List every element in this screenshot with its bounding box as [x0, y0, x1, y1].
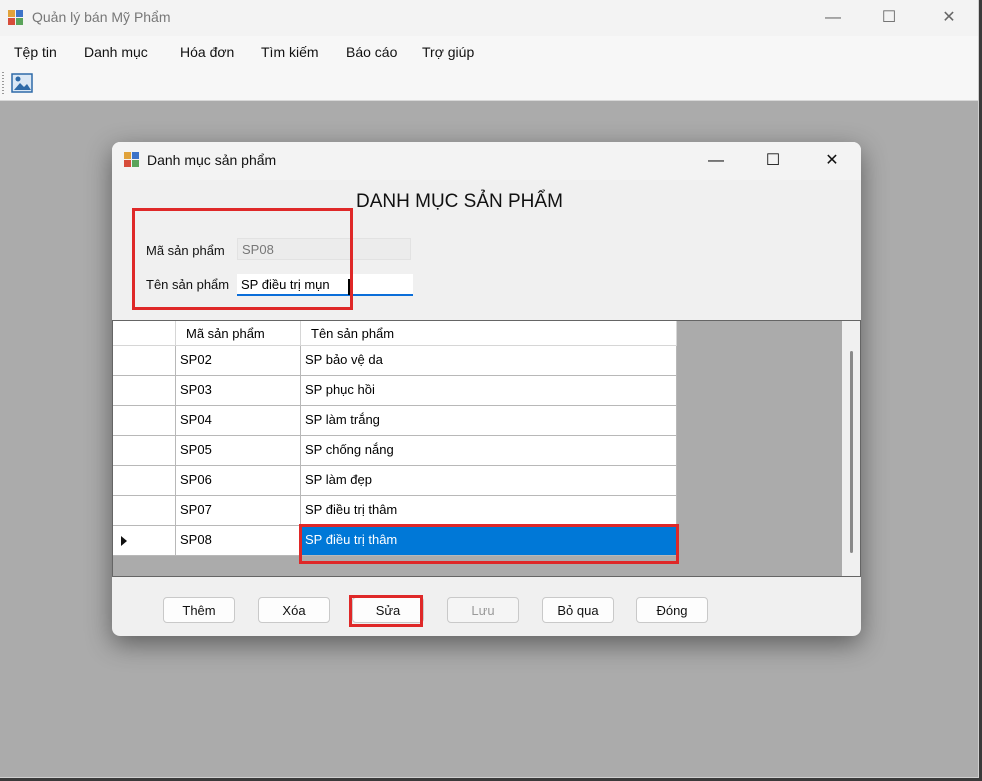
dialog-minimize-button[interactable]: — — [693, 142, 739, 180]
dialog-heading: DANH MỤC SẢN PHẨM — [356, 191, 563, 212]
main-window: Quản lý bán Mỹ Phẩm — ☐ ✕ Tệp tin Danh m… — [0, 0, 979, 778]
close-button[interactable]: ✕ — [926, 0, 972, 36]
menu-danh-muc[interactable]: Danh mục — [84, 44, 148, 60]
dialog-maximize-button[interactable]: ☐ — [750, 142, 796, 180]
cell-ten[interactable]: SP bảo vệ da — [301, 346, 677, 376]
maximize-button[interactable]: ☐ — [866, 0, 912, 36]
cell-ma[interactable]: SP07 — [176, 496, 301, 526]
minimize-button[interactable]: — — [810, 0, 856, 36]
toolbar — [0, 67, 978, 101]
annotation-box-selected-cell — [299, 524, 679, 564]
cell-ma[interactable]: SP06 — [176, 466, 301, 496]
cell-ma[interactable]: SP03 — [176, 376, 301, 406]
menu-tep-tin[interactable]: Tệp tin — [14, 44, 57, 60]
menu-bar: Tệp tin Danh mục Hóa đơn Tìm kiếm Báo cá… — [0, 36, 978, 67]
app-title: Quản lý bán Mỹ Phẩm — [32, 9, 171, 25]
cell-ten[interactable]: SP làm trắng — [301, 406, 677, 436]
row-header[interactable] — [113, 496, 176, 526]
row-header-corner — [113, 321, 176, 346]
row-header[interactable] — [113, 436, 176, 466]
image-icon[interactable] — [11, 73, 33, 93]
dong-button[interactable]: Đóng — [636, 597, 708, 623]
annotation-box-fields — [132, 208, 353, 310]
dialog-titlebar: Danh mục sản phẩm — ☐ ✕ — [112, 142, 861, 180]
annotation-box-sua — [349, 595, 423, 627]
menu-tro-giup[interactable]: Trợ giúp — [422, 44, 474, 60]
cell-ten[interactable]: SP chống nắng — [301, 436, 677, 466]
row-header[interactable] — [113, 406, 176, 436]
app-titlebar: Quản lý bán Mỹ Phẩm — ☐ ✕ — [0, 0, 978, 36]
cell-ma[interactable]: SP02 — [176, 346, 301, 376]
row-header[interactable] — [113, 376, 176, 406]
column-header-ma[interactable]: Mã sản phẩm — [176, 321, 301, 346]
product-grid[interactable]: Mã sản phẩm Tên sản phẩm SP02 SP bảo vệ … — [112, 320, 861, 577]
dialog-title: Danh mục sản phẩm — [147, 152, 277, 168]
luu-button[interactable]: Lưu — [447, 597, 519, 623]
row-header[interactable] — [113, 466, 176, 496]
row-header-current[interactable] — [113, 526, 176, 556]
grid-vertical-scrollbar[interactable] — [842, 321, 860, 576]
cell-ten[interactable]: SP làm đẹp — [301, 466, 677, 496]
product-dialog: Danh mục sản phẩm — ☐ ✕ DANH MỤC SẢN PHẨ… — [112, 142, 861, 636]
column-header-ten[interactable]: Tên sản phẩm — [301, 321, 677, 346]
row-pointer-icon — [121, 536, 127, 546]
scroll-thumb[interactable] — [850, 351, 853, 553]
xoa-button[interactable]: Xóa — [258, 597, 330, 623]
form-icon — [124, 152, 139, 167]
menu-bao-cao[interactable]: Báo cáo — [346, 44, 397, 60]
cell-ma-selected-row[interactable]: SP08 — [176, 526, 301, 556]
row-header[interactable] — [113, 346, 176, 376]
cell-ten[interactable]: SP phục hồi — [301, 376, 677, 406]
menu-hoa-don[interactable]: Hóa đơn — [180, 44, 234, 60]
dialog-close-button[interactable]: ✕ — [809, 142, 855, 180]
app-icon — [8, 10, 23, 25]
cell-ma[interactable]: SP05 — [176, 436, 301, 466]
cell-ma[interactable]: SP04 — [176, 406, 301, 436]
toolbar-grip[interactable] — [2, 72, 4, 94]
cell-ten[interactable]: SP điều trị thâm — [301, 496, 677, 526]
menu-tim-kiem[interactable]: Tìm kiếm — [261, 44, 319, 60]
bo-qua-button[interactable]: Bỏ qua — [542, 597, 614, 623]
them-button[interactable]: Thêm — [163, 597, 235, 623]
